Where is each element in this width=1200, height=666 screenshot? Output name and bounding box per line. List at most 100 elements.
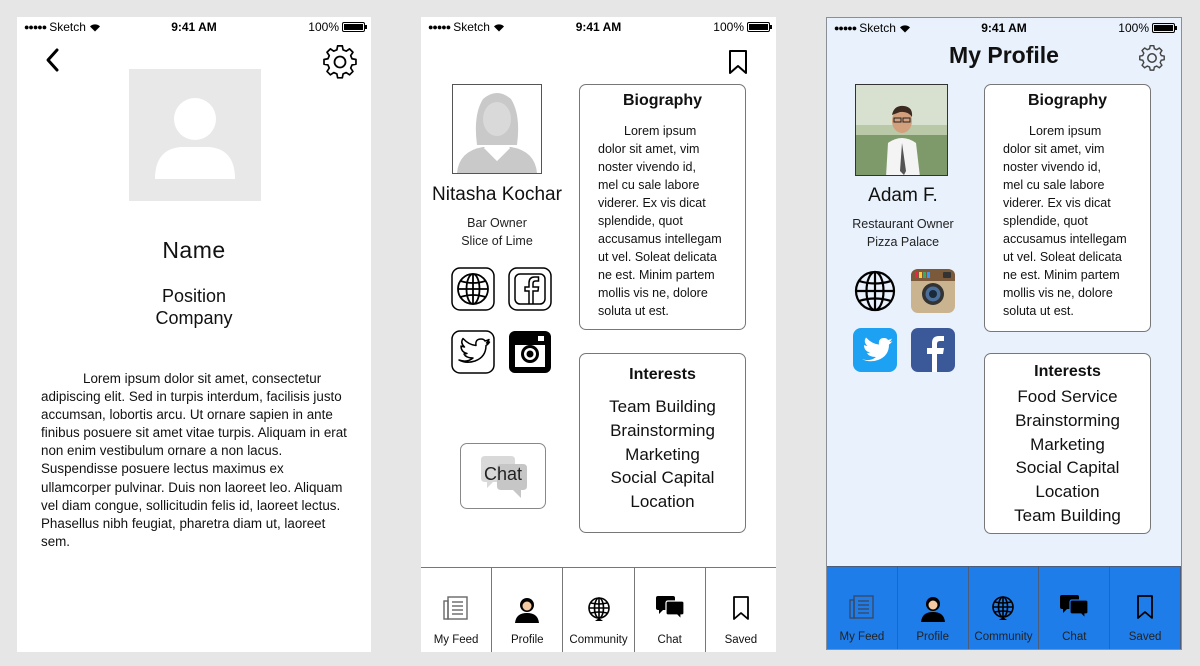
- profile-photo-placeholder[interactable]: [129, 69, 261, 201]
- battery-percent: 100%: [308, 20, 339, 34]
- battery-icon: [1152, 23, 1177, 33]
- tab-community[interactable]: Community: [563, 568, 635, 652]
- facebook-icon[interactable]: [508, 267, 552, 311]
- biography-card: Biography Lorem ipsum dolor sit amet, vi…: [984, 84, 1151, 332]
- tab-label: My Feed: [433, 634, 479, 646]
- profile-icon: [920, 597, 945, 622]
- bio-line: dolor sit amet, vim: [598, 142, 700, 156]
- bio-line: dolor sit amet, vim: [1003, 142, 1105, 156]
- interest-item: Brainstorming: [1015, 410, 1120, 430]
- biography-title: Biography: [1027, 92, 1108, 109]
- screen-my-profile: ●●●●● Sketch 9:41 AM 100% My Profile Ada…: [826, 17, 1182, 650]
- bio-line: mollis vis ne, dolore: [598, 286, 708, 300]
- profile-position: Position: [161, 286, 227, 306]
- chat-icon: [1060, 595, 1089, 620]
- battery-icon: [747, 22, 772, 32]
- tab-my-feed[interactable]: My Feed: [421, 568, 493, 652]
- profile-business: Pizza Palace: [866, 235, 940, 249]
- biography-text: Lorem ipsum dolor sit amet, vim noster v…: [598, 122, 731, 320]
- bio-line: noster vivendo id,: [598, 160, 696, 174]
- profile-name: Name: [162, 237, 226, 263]
- bio-line: viderer. Ex vis dicat: [598, 196, 706, 210]
- tab-saved[interactable]: Saved: [706, 568, 776, 652]
- chat-button[interactable]: Chat: [460, 443, 546, 509]
- tab-community[interactable]: Community: [969, 567, 1040, 649]
- tab-saved[interactable]: Saved: [1110, 567, 1181, 649]
- tab-label: Chat: [657, 634, 682, 646]
- interest-item: Social Capital: [1015, 458, 1120, 478]
- bio-line: Lorem ipsum: [624, 124, 697, 138]
- website-globe-icon[interactable]: [853, 269, 897, 313]
- profile-role: Bar Owner: [467, 216, 527, 230]
- bio-line: ne est. Minim partem: [1003, 268, 1120, 282]
- tab-label: Community: [974, 631, 1033, 643]
- battery-percent: 100%: [1118, 21, 1149, 35]
- feed-icon: [443, 596, 468, 620]
- bio-line: accusamus intellegam: [598, 232, 722, 246]
- interests-card: Interests Food Service Brainstorming Mar…: [984, 353, 1151, 534]
- interest-item: Marketing: [1030, 434, 1105, 454]
- status-bar: ●●●●● Sketch 9:41 AM 100%: [827, 18, 1181, 38]
- screen-profile-template: ●●●●● Sketch 9:41 AM 100% Name Position …: [17, 17, 371, 652]
- bio-line: Lorem ipsum: [1029, 124, 1102, 138]
- bio-line: accusamus intellegam: [1003, 232, 1127, 246]
- twitter-icon[interactable]: [451, 330, 495, 374]
- interest-item: Team Building: [609, 397, 716, 416]
- biography-title: Biography: [622, 92, 703, 109]
- tab-profile[interactable]: Profile: [898, 567, 969, 649]
- tab-label: Saved: [724, 634, 758, 646]
- female-avatar-icon: [457, 93, 537, 173]
- twitter-icon[interactable]: [853, 328, 897, 372]
- interests-title: Interests: [629, 366, 696, 383]
- interests-list: Food Service Brainstorming Marketing Soc…: [985, 385, 1150, 528]
- interest-item: Location: [1035, 482, 1100, 502]
- profile-photo[interactable]: [452, 84, 542, 174]
- bio-line: splendide, quot: [598, 214, 683, 228]
- website-globe-icon[interactable]: [451, 267, 495, 311]
- tab-my-feed[interactable]: My Feed: [827, 567, 898, 649]
- status-bar: ●●●●● Sketch 9:41 AM 100%: [17, 17, 371, 37]
- interest-item: Team Building: [1014, 505, 1121, 525]
- interests-list: Team Building Brainstorming Marketing So…: [580, 395, 745, 514]
- avatar-placeholder-icon: [155, 98, 235, 179]
- profile-role: Restaurant Owner: [852, 217, 954, 231]
- tab-chat[interactable]: Chat: [635, 568, 706, 652]
- tab-bar: My Feed Profile Community Chat Saved: [421, 567, 776, 652]
- bio-line: mel cu sale labore: [598, 178, 700, 192]
- instagram-icon[interactable]: [508, 330, 552, 374]
- tab-label: Chat: [1062, 631, 1087, 643]
- profile-name: Adam F.: [868, 185, 938, 206]
- profile-photo-image: [856, 85, 947, 175]
- globe-icon: [587, 597, 610, 621]
- interests-title: Interests: [1034, 363, 1101, 380]
- tab-profile[interactable]: Profile: [492, 568, 564, 652]
- chat-icon: [655, 596, 685, 621]
- bookmark-icon[interactable]: [728, 49, 748, 75]
- profile-photo[interactable]: [855, 84, 948, 176]
- bio-line: viderer. Ex vis dicat: [1003, 196, 1111, 210]
- interest-item: Marketing: [625, 444, 700, 464]
- profile-business: Slice of Lime: [461, 234, 533, 248]
- battery-icon: [342, 22, 367, 32]
- instagram-icon[interactable]: [911, 269, 955, 313]
- tab-label: Profile: [916, 631, 949, 643]
- back-chevron-icon[interactable]: [43, 47, 63, 73]
- bio-line: mel cu sale labore: [1003, 178, 1105, 192]
- tab-label: Profile: [510, 634, 544, 646]
- bookmark-icon: [1137, 595, 1153, 619]
- interest-item: Social Capital: [610, 468, 715, 488]
- tab-label: Community: [569, 634, 628, 646]
- bio-line: ut vel. Soleat delicata: [598, 250, 717, 264]
- interest-item: Food Service: [1017, 387, 1118, 406]
- profile-bio: Lorem ipsum dolor sit amet, consectetur …: [41, 371, 347, 549]
- gear-icon[interactable]: [323, 45, 357, 79]
- bio-line: ut vel. Soleat delicata: [1003, 250, 1122, 264]
- profile-company: Company: [155, 308, 233, 328]
- facebook-icon[interactable]: [911, 328, 955, 372]
- profile-icon: [515, 598, 540, 623]
- profile-name: Nitasha Kochar: [432, 184, 562, 205]
- chat-button-label: Chat: [483, 464, 523, 484]
- gear-icon[interactable]: [1139, 45, 1165, 71]
- tab-chat[interactable]: Chat: [1039, 567, 1111, 649]
- globe-icon: [992, 596, 1015, 620]
